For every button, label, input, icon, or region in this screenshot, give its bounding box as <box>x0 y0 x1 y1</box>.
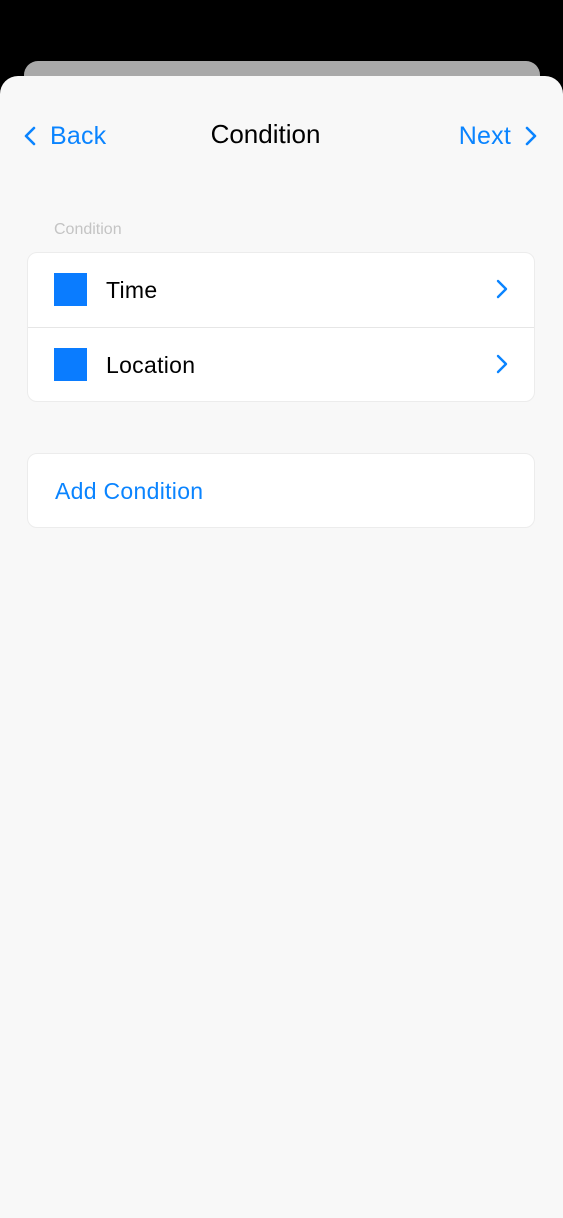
condition-list: Time Location <box>27 252 535 402</box>
next-button-label: Next <box>458 121 511 150</box>
add-condition-label: Add Condition <box>55 478 204 504</box>
add-condition-button[interactable]: Add Condition <box>27 453 535 528</box>
chevron-right-icon <box>525 126 537 146</box>
blue-square-icon <box>54 348 87 381</box>
chevron-right-icon <box>496 354 508 379</box>
blue-square-icon <box>54 273 87 306</box>
list-item-location[interactable]: Location <box>28 327 534 401</box>
navigation-bar: Back Condition Next <box>0 76 563 194</box>
section-header: Condition <box>54 221 122 238</box>
list-item-label: Time <box>106 277 158 303</box>
next-button[interactable]: Next <box>459 120 537 152</box>
list-item-time[interactable]: Time <box>28 253 534 327</box>
chevron-right-icon <box>496 279 508 304</box>
modal-sheet: Back Condition Next Condition Time Locat… <box>0 76 563 1218</box>
list-item-label: Location <box>106 352 196 378</box>
